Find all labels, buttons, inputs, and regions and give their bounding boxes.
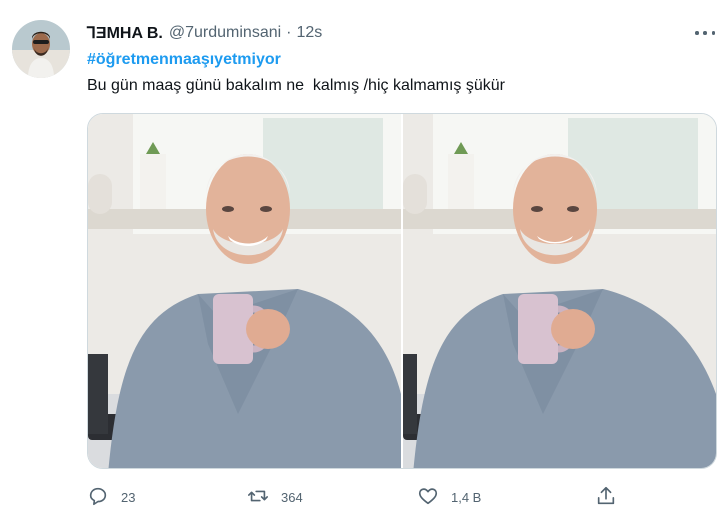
more-dots-icon[interactable] xyxy=(695,24,715,42)
heart-icon xyxy=(417,485,439,510)
like-button[interactable]: 1,4 B xyxy=(417,482,481,512)
media-photo-left[interactable] xyxy=(88,114,401,468)
tweet-text: Bu gün maaş günü bakalım ne kalmış /hiç … xyxy=(87,77,505,94)
tweet-actions: 23 364 1,4 B xyxy=(87,482,717,512)
tweet[interactable]: ꓶƎMHA B. @7urduminsani · 12s #öğretmenma… xyxy=(0,0,727,519)
reply-count: 23 xyxy=(121,489,136,505)
timestamp[interactable]: 12s xyxy=(297,24,323,42)
media-photo-right[interactable] xyxy=(403,114,716,468)
retweet-button[interactable]: 364 xyxy=(247,482,303,512)
media-grid xyxy=(87,113,717,469)
share-icon xyxy=(595,485,617,510)
display-name[interactable]: ꓶƎMHA B. xyxy=(87,23,163,43)
hashtag-link[interactable]: #öğretmenmaaşıyetmiyor xyxy=(87,51,281,69)
separator-dot: · xyxy=(286,24,292,41)
user-handle[interactable]: @7urduminsani xyxy=(169,24,281,42)
speech-bubble-icon xyxy=(87,485,109,510)
like-count: 1,4 B xyxy=(451,489,482,505)
retweet-count: 364 xyxy=(281,489,303,505)
share-button[interactable] xyxy=(595,482,617,512)
tweet-header: ꓶƎMHA B. @7urduminsani · 12s xyxy=(87,22,322,44)
retweet-icon xyxy=(247,485,269,510)
reply-button[interactable]: 23 xyxy=(87,482,135,512)
avatar[interactable] xyxy=(12,20,70,78)
